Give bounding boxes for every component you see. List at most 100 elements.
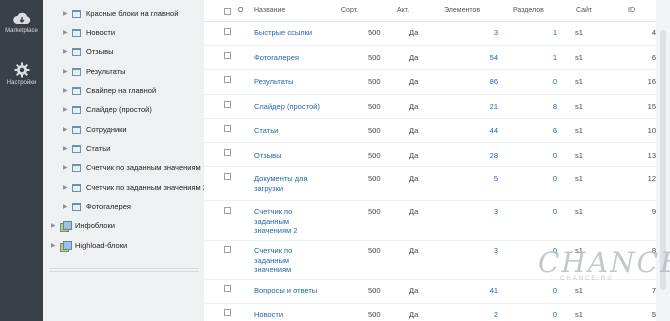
tree-item[interactable]: ▶ Слайдер (простой) <box>63 100 152 119</box>
row-elements-link[interactable]: 54 <box>454 53 498 62</box>
row-sections-link[interactable]: 6 <box>524 126 557 135</box>
expand-arrow-icon[interactable]: ▶ <box>63 164 72 171</box>
expand-arrow-icon[interactable]: ▶ <box>63 184 72 191</box>
row-name-link[interactable]: Фотогалерея <box>254 53 324 63</box>
row-sections-link[interactable]: 0 <box>524 207 557 216</box>
sort-column-header[interactable]: Сорт. <box>341 7 358 14</box>
table-row[interactable]: Результаты 500 Да 86 0 s1 16 <box>204 70 670 95</box>
row-sections-link[interactable]: 0 <box>524 174 557 183</box>
row-checkbox[interactable] <box>224 76 231 83</box>
table-row[interactable]: Статьи 500 Да 44 6 s1 10 <box>204 119 670 143</box>
settings-nav[interactable]: Настройки <box>0 62 43 86</box>
tree-item[interactable]: ▶ Счетчик по заданным значениям <box>63 158 201 177</box>
row-elements-link[interactable]: 86 <box>454 77 498 86</box>
expand-arrow-icon[interactable]: ▶ <box>63 106 72 113</box>
row-elements-link[interactable]: 21 <box>454 102 498 111</box>
expand-arrow-icon[interactable]: ▶ <box>63 68 72 75</box>
row-sections-link[interactable]: 0 <box>524 151 557 160</box>
row-checkbox[interactable] <box>224 52 231 59</box>
table-row[interactable]: Документы для загрузки 500 Да 5 0 s1 12 <box>204 167 670 201</box>
row-elements-link[interactable]: 41 <box>454 286 498 295</box>
expand-arrow-icon[interactable]: ▶ <box>63 29 72 36</box>
tree-item[interactable]: ▶ Свайпер на главной <box>63 81 156 100</box>
row-elements-link[interactable]: 3 <box>454 28 498 37</box>
table-row[interactable]: Новости 500 Да 2 0 s1 5 <box>204 304 670 321</box>
marketplace-nav[interactable]: Marketplace <box>0 12 43 34</box>
row-checkbox[interactable] <box>224 285 231 292</box>
gear-column-header[interactable]: О <box>238 7 243 14</box>
row-name-link[interactable]: Результаты <box>254 77 324 87</box>
row-name-link[interactable]: Быстрые ссылки <box>254 28 324 38</box>
row-checkbox[interactable] <box>224 101 231 108</box>
row-name-link[interactable]: Счетчик по заданным значениям 2 <box>254 207 324 236</box>
tree-resize-handle[interactable] <box>49 268 199 272</box>
table-row[interactable]: Вопросы и ответы 500 Да 41 0 s1 7 <box>204 280 670 304</box>
id-column-header[interactable]: ID <box>628 7 635 14</box>
row-checkbox[interactable] <box>224 149 231 156</box>
tree-item-label: Красные блоки на главной <box>86 9 179 18</box>
settings-label: Настройки <box>6 80 37 86</box>
row-sort: 500 <box>368 77 381 86</box>
expand-arrow-icon[interactable]: ▶ <box>51 222 60 229</box>
row-name-link[interactable]: Документы для загрузки <box>254 174 324 193</box>
row-elements-link[interactable]: 2 <box>454 310 498 319</box>
row-sort: 500 <box>368 246 381 255</box>
table-row[interactable]: Счетчик по заданным значениям 2 500 Да 3… <box>204 201 670 241</box>
expand-arrow-icon[interactable]: ▶ <box>63 87 72 94</box>
row-elements-link[interactable]: 5 <box>454 174 498 183</box>
expand-arrow-icon[interactable]: ▶ <box>63 203 72 210</box>
folder-icon <box>72 9 81 18</box>
row-checkbox[interactable] <box>224 246 231 253</box>
tree-item[interactable]: ▶ Отзывы <box>63 42 113 61</box>
row-name-link[interactable]: Счетчик по заданным значениям <box>254 246 324 275</box>
expand-arrow-icon[interactable]: ▶ <box>63 126 72 133</box>
name-column-header[interactable]: Название <box>254 7 285 14</box>
select-all-checkbox[interactable] <box>224 8 231 15</box>
row-elements-link[interactable]: 28 <box>454 151 498 160</box>
row-checkbox[interactable] <box>224 125 231 132</box>
row-active: Да <box>409 53 419 62</box>
tree-item[interactable]: ▶ Новости <box>63 23 115 42</box>
row-elements-link[interactable]: 3 <box>454 246 498 255</box>
row-elements-link[interactable]: 3 <box>454 207 498 216</box>
row-name-link[interactable]: Новости <box>254 310 324 320</box>
row-checkbox[interactable] <box>224 28 231 35</box>
sections-column-header[interactable]: Разделов <box>513 7 544 14</box>
row-name-link[interactable]: Слайдер (простой) <box>254 102 324 112</box>
active-column-header[interactable]: Акт. <box>397 7 409 14</box>
row-checkbox[interactable] <box>224 173 231 180</box>
expand-arrow-icon[interactable]: ▶ <box>63 10 72 17</box>
row-name-link[interactable]: Вопросы и ответы <box>254 286 344 296</box>
table-row[interactable]: Отзывы 500 Да 28 0 s1 13 <box>204 143 670 167</box>
row-sections-link[interactable]: 0 <box>524 77 557 86</box>
row-name-link[interactable]: Отзывы <box>254 151 324 161</box>
row-sections-link[interactable]: 0 <box>524 310 557 319</box>
table-row[interactable]: Слайдер (простой) 500 Да 21 8 s1 15 <box>204 95 670 119</box>
tree-item[interactable]: ▶ Результаты <box>63 62 126 81</box>
row-name-link[interactable]: Статьи <box>254 126 324 136</box>
expand-arrow-icon[interactable]: ▶ <box>63 48 72 55</box>
site-column-header[interactable]: Сайт <box>576 7 592 14</box>
row-checkbox[interactable] <box>224 207 231 214</box>
table-row[interactable]: Фотогалерея 500 Да 54 1 s1 6 <box>204 46 670 70</box>
row-checkbox[interactable] <box>224 309 231 316</box>
tree-item-label: Сотрудники <box>86 125 127 134</box>
tree-item[interactable]: ▶ Статьи <box>63 139 110 158</box>
expand-arrow-icon[interactable]: ▶ <box>51 242 60 249</box>
row-sections-link[interactable]: 1 <box>524 28 557 37</box>
tree-item[interactable]: ▶ Красные блоки на главной <box>63 4 178 23</box>
tree-item[interactable]: ▶ Фотогалерея <box>63 197 131 216</box>
tree-item[interactable]: ▶ Сотрудники <box>63 120 127 139</box>
row-sections-link[interactable]: 1 <box>524 53 557 62</box>
expand-arrow-icon[interactable]: ▶ <box>63 145 72 152</box>
tree-item[interactable]: ▶ Счетчик по заданным значениям 2 <box>63 178 207 197</box>
table-row[interactable]: Быстрые ссылки 500 Да 3 1 s1 4 <box>204 22 670 46</box>
folder-icon <box>72 67 81 76</box>
tree-item-infoblocks[interactable]: ▶ Инфоблоки <box>51 216 115 235</box>
row-sections-link[interactable]: 8 <box>524 102 557 111</box>
tree-item-highload[interactable]: ▶ Highload-блоки <box>51 236 127 255</box>
row-sections-link[interactable]: 0 <box>524 286 557 295</box>
elements-column-header[interactable]: Элементов <box>444 7 480 14</box>
row-elements-link[interactable]: 44 <box>454 126 498 135</box>
row-site: s1 <box>575 126 583 135</box>
